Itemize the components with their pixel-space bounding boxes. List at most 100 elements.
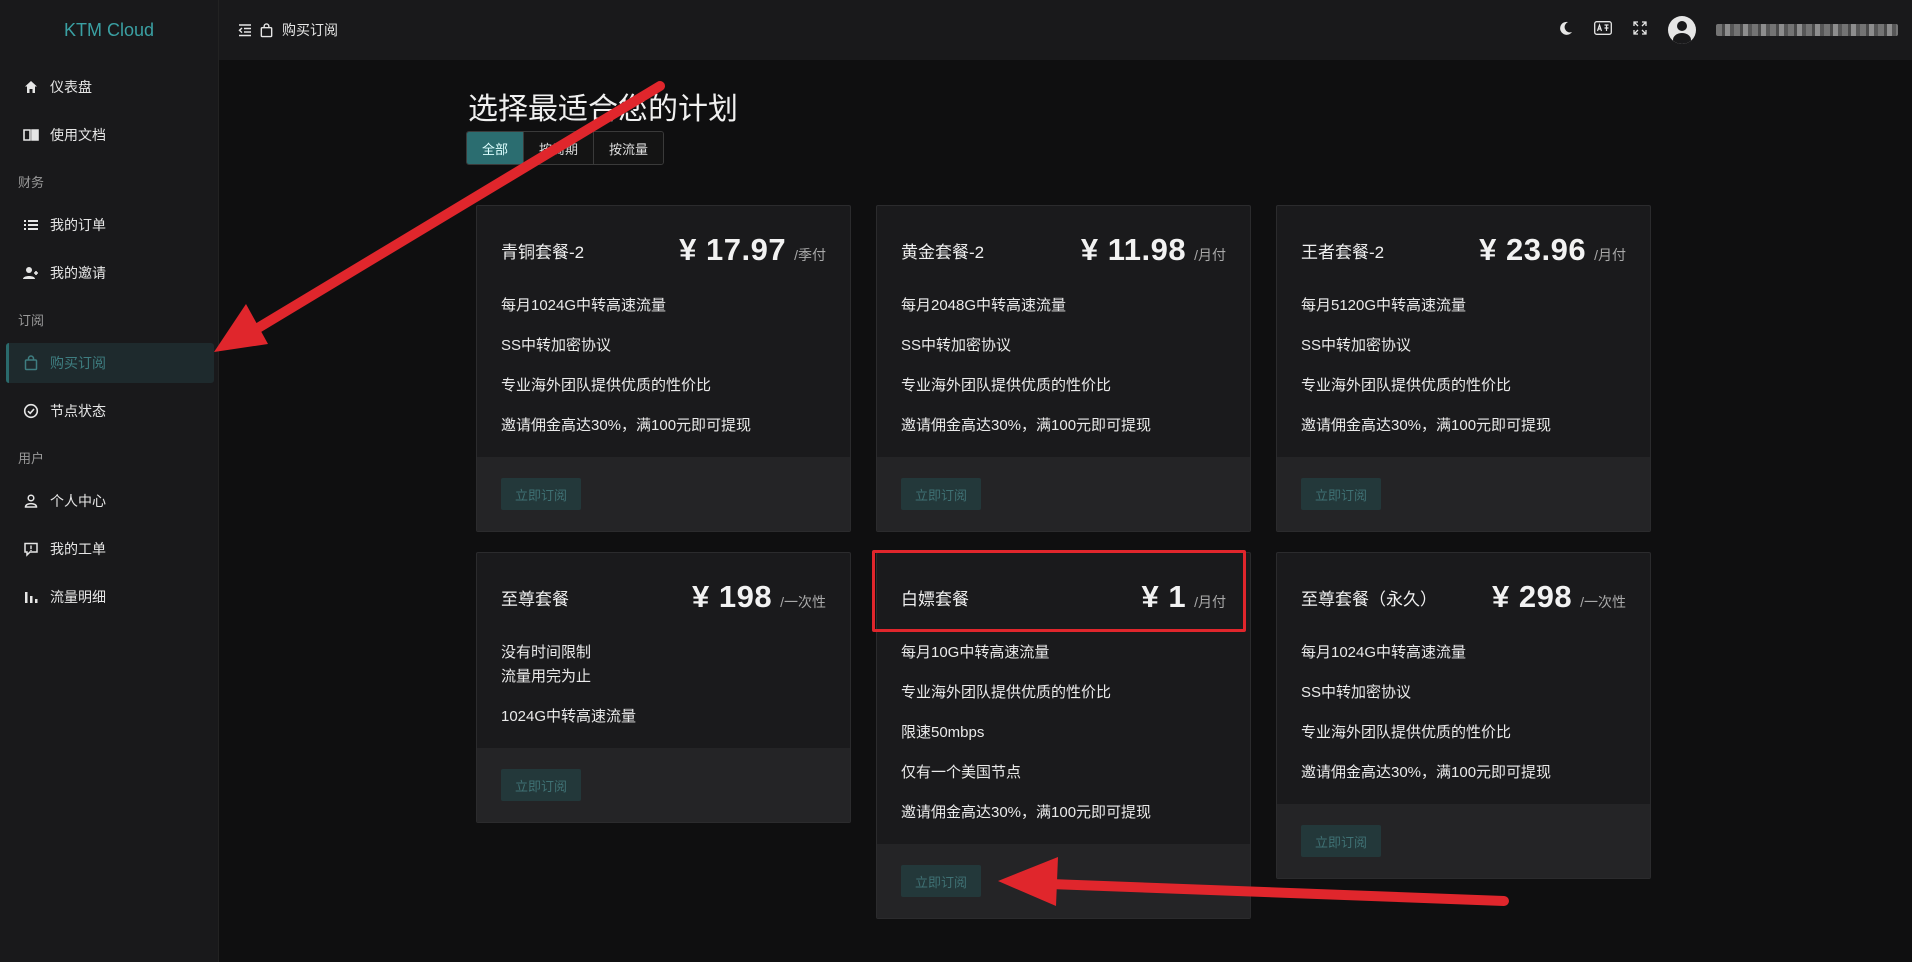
sidebar-item-label: 仪表盘	[50, 79, 92, 95]
user-email-redacted[interactable]	[1716, 24, 1898, 36]
plan-card-footer: 立即订阅	[1277, 457, 1650, 531]
feature-item: 邀请佣金高达30%，满100元即可提现	[901, 417, 1152, 434]
bag-icon	[259, 22, 274, 38]
feature-item: 邀请佣金高达30%，满100元即可提现	[1301, 764, 1552, 781]
subscribe-button[interactable]: 立即订阅	[1301, 478, 1382, 510]
feature-item: 专业海外团队提供优质的性价比	[1301, 724, 1512, 741]
sidebar-item-invites[interactable]: 我的邀请	[6, 253, 214, 293]
fullscreen-icon[interactable]	[1632, 20, 1648, 41]
subscribe-button[interactable]: 立即订阅	[901, 865, 982, 897]
ticket-icon	[22, 540, 40, 558]
menu-collapse-icon[interactable]	[237, 22, 253, 38]
sidebar-item-profile[interactable]: 个人中心	[6, 481, 214, 521]
plan-features: 每月2048G中转高速流量 SS中转加密协议 专业海外团队提供优质的性价比 邀请…	[877, 294, 1250, 438]
sidebar-item-docs[interactable]: 使用文档	[6, 115, 214, 155]
feature-item: 邀请佣金高达30%，满100元即可提现	[1301, 417, 1552, 434]
feature-item: 专业海外团队提供优质的性价比	[1301, 377, 1512, 394]
breadcrumb-current: 购买订阅	[282, 22, 338, 38]
section-subscription: 订阅	[18, 313, 45, 328]
bar-chart-icon	[22, 588, 40, 606]
plan-price: ¥ 23.96/月付	[1479, 232, 1626, 267]
feature-item: 每月10G中转高速流量	[901, 644, 1050, 661]
feature-item: SS中转加密协议	[1301, 337, 1412, 354]
section-finance: 财务	[18, 175, 45, 190]
moon-icon[interactable]	[1558, 20, 1574, 41]
plan-features: 每月1024G中转高速流量 SS中转加密协议 专业海外团队提供优质的性价比 邀请…	[477, 294, 850, 438]
plan-name: 青铜套餐-2	[501, 242, 585, 262]
plan-card-supreme-lifetime: 至尊套餐（永久） ¥ 298/一次性 每月1024G中转高速流量 SS中转加密协…	[1276, 552, 1651, 879]
translate-icon[interactable]	[1594, 20, 1612, 40]
plan-card-footer: 立即订阅	[877, 457, 1250, 531]
filter-all[interactable]: 全部	[467, 132, 525, 164]
user-icon	[22, 492, 40, 510]
highlight-box	[872, 550, 1246, 632]
plan-price: ¥ 11.98/月付	[1080, 232, 1226, 267]
feature-item: 每月1024G中转高速流量	[501, 297, 667, 314]
feature-item: 每月1024G中转高速流量	[1301, 644, 1467, 661]
plan-card-footer: 立即订阅	[877, 844, 1250, 918]
section-user: 用户	[18, 451, 45, 466]
plan-card-bronze: 青铜套餐-2 ¥ 17.97/季付 每月1024G中转高速流量 SS中转加密协议…	[476, 205, 851, 532]
sidebar-item-buy-subscription[interactable]: 购买订阅	[6, 343, 214, 383]
sidebar-item-orders[interactable]: 我的订单	[6, 205, 214, 245]
plan-features: 每月10G中转高速流量 专业海外团队提供优质的性价比 限速50mbps 仅有一个…	[877, 641, 1250, 825]
sidebar-item-node-status[interactable]: 节点状态	[6, 391, 214, 431]
plan-price: ¥ 17.97/季付	[679, 232, 826, 267]
subscribe-button[interactable]: 立即订阅	[1301, 825, 1382, 857]
top-header: 购买订阅	[219, 0, 1912, 60]
plan-card-footer: 立即订阅	[477, 457, 850, 531]
sidebar-item-dashboard[interactable]: 仪表盘	[6, 67, 214, 107]
page-title: 选择最适合您的计划	[468, 93, 738, 126]
subscribe-button[interactable]: 立即订阅	[901, 478, 982, 510]
plan-features: 每月5120G中转高速流量 SS中转加密协议 专业海外团队提供优质的性价比 邀请…	[1277, 294, 1650, 438]
sidebar-item-traffic-details[interactable]: 流量明细	[6, 577, 214, 617]
feature-item: SS中转加密协议	[901, 337, 1012, 354]
plan-name: 黄金套餐-2	[901, 242, 985, 262]
subscribe-button[interactable]: 立即订阅	[501, 769, 582, 801]
feature-item: 专业海外团队提供优质的性价比	[901, 684, 1112, 701]
feature-item: 每月5120G中转高速流量	[1301, 297, 1467, 314]
plan-card-footer: 立即订阅	[1277, 804, 1650, 878]
sidebar-item-label: 流量明细	[50, 589, 106, 605]
sidebar-item-label: 使用文档	[50, 127, 106, 143]
feature-item: 没有时间限制 流量用完为止	[501, 644, 592, 685]
subscribe-button[interactable]: 立即订阅	[501, 478, 582, 510]
sidebar-item-label: 购买订阅	[50, 355, 106, 371]
sidebar: KTM Cloud 仪表盘 使用文档 财务 我的订单 我的邀请 订阅 购买订阅 …	[0, 0, 219, 962]
sidebar-item-label: 个人中心	[50, 493, 106, 509]
feature-item: 专业海外团队提供优质的性价比	[901, 377, 1112, 394]
feature-item: 专业海外团队提供优质的性价比	[501, 377, 712, 394]
plan-price: ¥ 198/一次性	[692, 579, 826, 614]
plan-features: 每月1024G中转高速流量 SS中转加密协议 专业海外团队提供优质的性价比 邀请…	[1277, 641, 1650, 785]
plan-price: ¥ 298/一次性	[1492, 579, 1626, 614]
feature-item: 邀请佣金高达30%，满100元即可提现	[901, 804, 1152, 821]
sidebar-item-label: 我的邀请	[50, 265, 106, 281]
avatar[interactable]	[1668, 16, 1696, 44]
plan-card-king: 王者套餐-2 ¥ 23.96/月付 每月5120G中转高速流量 SS中转加密协议…	[1276, 205, 1651, 532]
plan-filter-tabs: 全部 按周期 按流量	[466, 131, 665, 165]
book-icon	[22, 126, 40, 144]
plan-card-footer: 立即订阅	[477, 748, 850, 822]
sidebar-item-label: 我的工单	[50, 541, 106, 557]
sidebar-item-label: 节点状态	[50, 403, 106, 419]
breadcrumb: 购买订阅	[237, 20, 338, 40]
feature-item: 邀请佣金高达30%，满100元即可提现	[501, 417, 752, 434]
feature-item: 1024G中转高速流量	[501, 708, 637, 725]
feature-item: 仅有一个美国节点	[901, 764, 1022, 781]
bag-icon	[22, 354, 40, 372]
brand-logo[interactable]: KTM Cloud	[0, 0, 218, 60]
sidebar-item-label: 我的订单	[50, 217, 106, 233]
plan-features: 没有时间限制 流量用完为止 1024G中转高速流量	[477, 641, 850, 729]
plan-name: 至尊套餐	[501, 589, 569, 609]
feature-item: SS中转加密协议	[1301, 684, 1412, 701]
plan-card-gold: 黄金套餐-2 ¥ 11.98/月付 每月2048G中转高速流量 SS中转加密协议…	[876, 205, 1251, 532]
filter-by-traffic[interactable]: 按流量	[594, 132, 664, 164]
users-icon	[22, 264, 40, 282]
plan-name: 至尊套餐（永久）	[1301, 589, 1437, 609]
feature-item: SS中转加密协议	[501, 337, 612, 354]
plan-card-supreme: 至尊套餐 ¥ 198/一次性 没有时间限制 流量用完为止 1024G中转高速流量…	[476, 552, 851, 823]
sidebar-item-tickets[interactable]: 我的工单	[6, 529, 214, 569]
check-circle-icon	[22, 402, 40, 420]
plan-name: 王者套餐-2	[1301, 242, 1385, 262]
filter-by-period[interactable]: 按周期	[524, 132, 595, 164]
